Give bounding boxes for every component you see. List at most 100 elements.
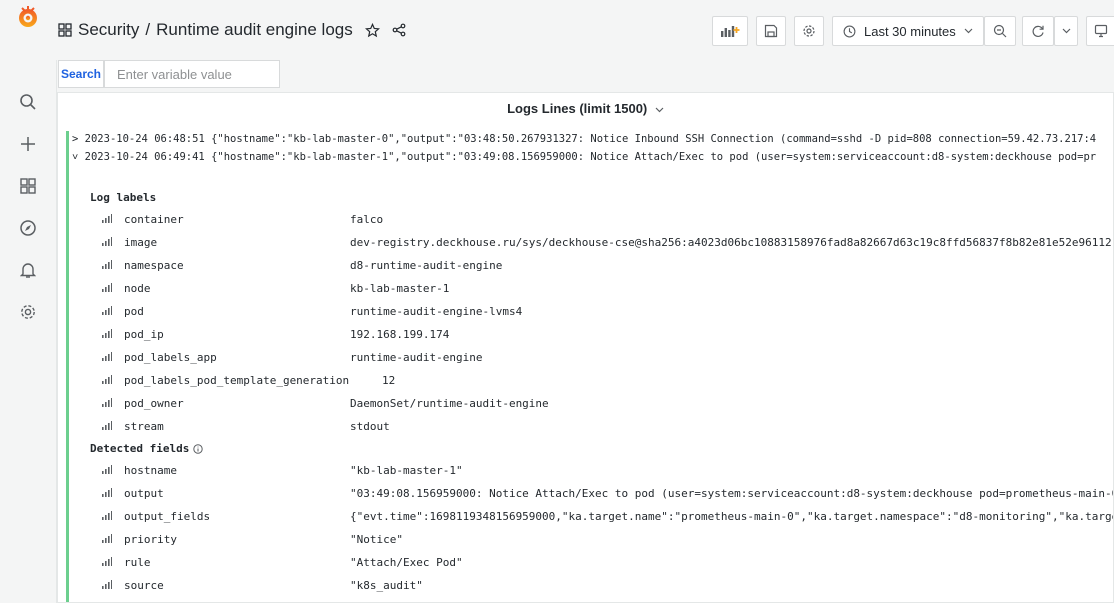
zoom-out-button[interactable]	[984, 16, 1016, 46]
ad-hoc-stats-icon[interactable]	[102, 329, 112, 338]
label-key: pod_labels_app	[124, 350, 217, 364]
add-panel-button[interactable]	[712, 16, 748, 46]
chevron-down-icon	[964, 28, 973, 34]
sidebar	[0, 0, 57, 603]
label-row: pod_ip 192.168.199.174	[82, 323, 1112, 345]
ad-hoc-stats-icon[interactable]	[102, 260, 112, 269]
search-variable-input[interactable]	[104, 60, 280, 88]
label-key: pod_labels_pod_template_generation	[124, 373, 350, 387]
label-row: node kb-lab-master-1	[82, 277, 1112, 299]
label-key: pod	[124, 304, 144, 318]
refresh-interval-dropdown[interactable]	[1054, 16, 1078, 46]
ad-hoc-stats-icon[interactable]	[102, 398, 112, 407]
clock-icon	[843, 25, 856, 37]
label-value: d8-runtime-audit-engine	[350, 258, 503, 272]
label-row: pod_labels_pod_template_generation 12	[82, 369, 1112, 391]
ad-hoc-stats-icon[interactable]	[102, 421, 112, 430]
add-panel-icon	[721, 26, 740, 37]
settings-gear-icon[interactable]	[0, 298, 56, 326]
top-navbar: Security / Runtime audit engine logs Las…	[56, 0, 1114, 60]
dashboard-settings-button[interactable]	[794, 16, 824, 46]
label-row: stream stdout	[82, 415, 1112, 437]
collapse-toggle[interactable]: ˅	[72, 151, 78, 163]
chevron-down-icon	[1062, 28, 1070, 34]
ad-hoc-stats-icon[interactable]	[102, 511, 112, 520]
log-line[interactable]: > 2023-10-24 06:48:51 {"hostname":"kb-la…	[72, 133, 1096, 145]
expand-toggle[interactable]: >	[72, 133, 78, 145]
log-level-bar	[66, 131, 69, 602]
label-value: DaemonSet/runtime-audit-engine	[350, 396, 549, 410]
ad-hoc-stats-icon[interactable]	[102, 306, 112, 315]
plus-icon[interactable]	[0, 130, 56, 158]
label-key: pod_owner	[124, 396, 184, 410]
field-value: "03:49:08.156959000: Notice Attach/Exec …	[350, 486, 1114, 500]
log-line[interactable]: ˅ 2023-10-24 06:49:41 {"hostname":"kb-la…	[72, 151, 1096, 164]
panel-title: Logs Lines (limit 1500)	[507, 101, 648, 116]
explore-compass-icon[interactable]	[0, 214, 56, 242]
label-value: falco	[350, 212, 384, 226]
breadcrumb-folder[interactable]: Security	[78, 20, 139, 40]
field-value: "kb-lab-master-1"	[350, 463, 463, 477]
ad-hoc-stats-icon[interactable]	[102, 488, 112, 497]
dashboards-icon[interactable]	[0, 172, 56, 200]
zoom-out-icon	[993, 24, 1007, 38]
field-row: source "k8s_audit"	[82, 574, 1112, 596]
refresh-button[interactable]	[1022, 16, 1054, 46]
label-row: image dev-registry.deckhouse.ru/sys/deck…	[82, 231, 1112, 253]
info-circle-icon[interactable]	[193, 443, 204, 454]
grafana-logo-icon[interactable]	[0, 2, 56, 32]
field-row: rule "Attach/Exec Pod"	[82, 551, 1112, 573]
label-value: dev-registry.deckhouse.ru/sys/deckhouse-…	[350, 235, 1112, 249]
label-key: pod_ip	[124, 327, 164, 341]
ad-hoc-stats-icon[interactable]	[102, 580, 112, 589]
ad-hoc-stats-icon[interactable]	[102, 283, 112, 292]
field-row: hostname "kb-lab-master-1"	[82, 459, 1112, 481]
label-key: image	[124, 235, 158, 249]
log-line-text: 2023-10-24 06:48:51 {"hostname":"kb-lab-…	[84, 133, 1097, 145]
chevron-down-icon	[655, 107, 664, 113]
log-labels-heading: Log labels	[90, 191, 157, 204]
field-row: priority "Notice"	[82, 528, 1112, 550]
field-value: "k8s_audit"	[350, 578, 423, 592]
label-value: runtime-audit-engine-lvms4	[350, 304, 523, 318]
monitor-icon	[1094, 24, 1108, 38]
search-variable-label: Search	[58, 60, 104, 88]
detected-fields-title: Detected fields	[90, 442, 190, 455]
ad-hoc-stats-icon[interactable]	[102, 352, 112, 361]
ad-hoc-stats-icon[interactable]	[102, 534, 112, 543]
breadcrumb-separator: /	[145, 20, 151, 39]
time-range-label: Last 30 minutes	[864, 23, 956, 39]
label-row: container falco	[82, 208, 1112, 230]
field-value: "Attach/Exec Pod"	[350, 555, 463, 569]
tv-mode-button[interactable]	[1086, 16, 1114, 46]
ad-hoc-stats-icon[interactable]	[102, 465, 112, 474]
save-icon	[764, 24, 778, 38]
field-row: output_fields {"evt.time":16981193481569…	[82, 505, 1114, 527]
ad-hoc-stats-icon[interactable]	[102, 375, 112, 384]
field-value: "Notice"	[350, 532, 403, 546]
detected-fields-heading: Detected fields	[90, 442, 204, 455]
panel-header[interactable]: Logs Lines (limit 1500)	[58, 101, 1113, 116]
ad-hoc-stats-icon[interactable]	[102, 237, 112, 246]
alerting-bell-icon[interactable]	[0, 256, 56, 284]
label-value: kb-lab-master-1	[350, 281, 450, 295]
search-icon[interactable]	[0, 88, 56, 116]
breadcrumb: Security / Runtime audit engine logs	[58, 20, 406, 40]
share-icon[interactable]	[392, 23, 406, 37]
label-row: pod runtime-audit-engine-lvms4	[82, 300, 1112, 322]
field-key: output	[124, 486, 164, 500]
time-range-picker[interactable]: Last 30 minutes	[832, 16, 984, 46]
save-dashboard-button[interactable]	[756, 16, 786, 46]
ad-hoc-stats-icon[interactable]	[102, 214, 112, 223]
field-key: hostname	[124, 463, 177, 477]
logs-panel: Logs Lines (limit 1500) > 2023-10-24 06:…	[57, 92, 1114, 603]
field-key: output_fields	[124, 509, 211, 523]
page-title[interactable]: Runtime audit engine logs	[156, 20, 353, 40]
label-key: stream	[124, 419, 164, 433]
label-value: stdout	[350, 419, 390, 433]
ad-hoc-stats-icon[interactable]	[102, 557, 112, 566]
star-icon[interactable]	[364, 22, 380, 38]
field-value: {"evt.time":1698119348156959000,"ka.targ…	[350, 509, 1114, 523]
label-row: namespace d8-runtime-audit-engine	[82, 254, 1112, 276]
dashboard-grid-icon	[58, 23, 72, 37]
